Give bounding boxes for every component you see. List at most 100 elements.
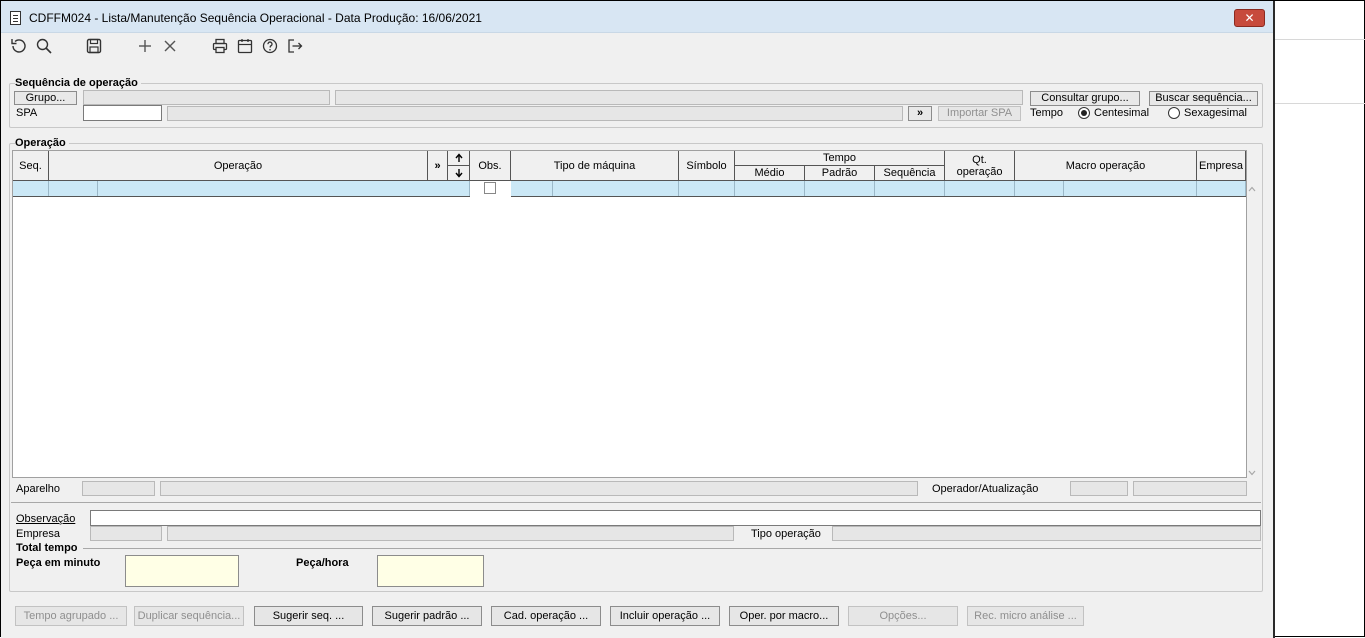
undo-icon[interactable]: [8, 37, 28, 57]
operacao-group-label: Operação: [15, 137, 69, 149]
save-icon[interactable]: [84, 37, 104, 57]
col-header-medio[interactable]: Médio: [735, 166, 805, 181]
table-cell[interactable]: [945, 181, 1015, 196]
add-icon[interactable]: [135, 37, 155, 57]
operacao-grid[interactable]: Seq. Operação » Obs. Tipo de máquina Sím…: [12, 150, 1247, 478]
sugerir-padrao-button[interactable]: Sugerir padrão ...: [372, 606, 482, 626]
rec-micro-analise-button[interactable]: Rec. micro análise ...: [967, 606, 1084, 626]
delete-icon[interactable]: [160, 37, 180, 57]
table-cell[interactable]: [679, 181, 735, 196]
col-header-operacao[interactable]: Operação: [49, 151, 428, 181]
search-icon[interactable]: [34, 37, 54, 57]
grupo-description-field: [335, 90, 1023, 105]
table-cell[interactable]: [13, 181, 49, 196]
col-header-tempo: Tempo: [735, 151, 945, 166]
background-divider: [1275, 39, 1365, 40]
operador-field: [1070, 481, 1128, 496]
table-cell[interactable]: [98, 181, 470, 196]
buscar-sequencia-button[interactable]: Buscar sequência...: [1149, 91, 1258, 106]
calendar-icon[interactable]: [235, 37, 255, 57]
aparelho-description-field: [160, 481, 918, 496]
table-cell[interactable]: [553, 181, 679, 196]
aparelho-label: Aparelho: [16, 483, 61, 495]
arrow-down-icon: [454, 169, 463, 178]
col-header-tipo-maquina[interactable]: Tipo de máquina: [511, 151, 679, 181]
col-header-obs[interactable]: Obs.: [470, 151, 511, 181]
observacao-label: Observação: [16, 513, 76, 525]
table-row-bottom-line: [13, 196, 470, 197]
col-header-sequencia[interactable]: Sequência: [875, 166, 945, 181]
title-bar: CDFFM024 - Lista/Manutenção Sequência Op…: [1, 1, 1273, 33]
peca-hora-label: Peça/hora: [296, 557, 349, 569]
total-tempo-label: Total tempo: [16, 542, 78, 554]
peca-minuto-field: [125, 555, 239, 587]
tipo-operacao-field: [832, 526, 1261, 541]
total-tempo-divider: [83, 548, 1261, 549]
empresa-description-field: [167, 526, 734, 541]
background-divider: [1275, 103, 1365, 104]
scroll-down-icon[interactable]: [1248, 468, 1256, 478]
oper-por-macro-button[interactable]: Oper. por macro...: [729, 606, 839, 626]
spa-expand-button[interactable]: »: [908, 106, 932, 121]
table-cell[interactable]: [735, 181, 805, 196]
sugerir-seq-button[interactable]: Sugerir seq. ...: [254, 606, 363, 626]
table-cell[interactable]: [49, 181, 98, 196]
sequencia-group-label: Sequência de operação: [15, 77, 141, 89]
atualizacao-field: [1133, 481, 1247, 496]
table-cell[interactable]: [1015, 181, 1064, 196]
grupo-code-field: [83, 90, 330, 105]
window-title: CDFFM024 - Lista/Manutenção Sequência Op…: [29, 11, 482, 25]
peca-minuto-label: Peça em minuto: [16, 557, 101, 569]
observacao-input[interactable]: [90, 510, 1261, 526]
peca-hora-field: [377, 555, 484, 587]
empresa-code-field: [90, 526, 162, 541]
col-header-empresa[interactable]: Empresa: [1197, 151, 1246, 181]
table-cell[interactable]: [875, 181, 945, 196]
col-header-qt-operacao[interactable]: Qt. operação: [945, 151, 1015, 181]
duplicar-sequencia-button[interactable]: Duplicar sequência...: [134, 606, 244, 626]
app-window: CDFFM024 - Lista/Manutenção Sequência Op…: [1, 1, 1275, 638]
table-cell[interactable]: [805, 181, 875, 196]
operador-label: Operador/Atualização: [932, 483, 1039, 495]
col-header-macro-operacao[interactable]: Macro operação: [1015, 151, 1197, 181]
importar-spa-button[interactable]: Importar SPA: [938, 106, 1021, 121]
cad-operacao-button[interactable]: Cad. operação ...: [491, 606, 601, 626]
table-cell[interactable]: [1197, 181, 1246, 196]
divider: [11, 502, 1261, 503]
sexagesimal-radio[interactable]: [1168, 107, 1180, 119]
move-down-button[interactable]: [448, 166, 470, 181]
col-header-simbolo[interactable]: Símbolo: [679, 151, 735, 181]
spa-input[interactable]: [83, 105, 162, 121]
help-icon[interactable]: [260, 37, 280, 57]
move-up-button[interactable]: [448, 151, 470, 166]
consultar-grupo-button[interactable]: Consultar grupo...: [1030, 91, 1140, 106]
centesimal-label[interactable]: Centesimal: [1094, 107, 1149, 119]
screen: CDFFM024 - Lista/Manutenção Sequência Op…: [0, 0, 1365, 638]
print-icon[interactable]: [210, 37, 230, 57]
table-row-bottom-line: [511, 196, 1246, 197]
exit-icon[interactable]: [285, 37, 305, 57]
col-header-padrao[interactable]: Padrão: [805, 166, 875, 181]
col-header-seq[interactable]: Seq.: [13, 151, 49, 181]
document-icon: [10, 11, 21, 25]
table-cell[interactable]: [1064, 181, 1197, 196]
toolbar: [1, 34, 1273, 61]
arrow-up-icon: [454, 153, 463, 162]
close-button[interactable]: ✕: [1234, 9, 1265, 27]
empresa-label: Empresa: [16, 528, 61, 540]
opcoes-button[interactable]: Opções...: [848, 606, 958, 626]
incluir-operacao-button[interactable]: Incluir operação ...: [610, 606, 720, 626]
aparelho-code-field: [82, 481, 155, 496]
expand-column-button[interactable]: »: [428, 151, 448, 181]
tempo-agrupado-button[interactable]: Tempo agrupado ...: [15, 606, 127, 626]
grupo-button[interactable]: Grupo...: [14, 91, 77, 105]
scroll-up-icon[interactable]: [1248, 184, 1256, 194]
spa-label: SPA: [16, 107, 38, 119]
tipo-operacao-label: Tipo operação: [751, 528, 821, 540]
spa-description-field: [167, 106, 903, 121]
table-cell[interactable]: [511, 181, 553, 196]
centesimal-radio[interactable]: [1078, 107, 1090, 119]
sexagesimal-label[interactable]: Sexagesimal: [1184, 107, 1247, 119]
obs-checkbox[interactable]: [484, 182, 496, 194]
tempo-label: Tempo: [1030, 107, 1064, 119]
